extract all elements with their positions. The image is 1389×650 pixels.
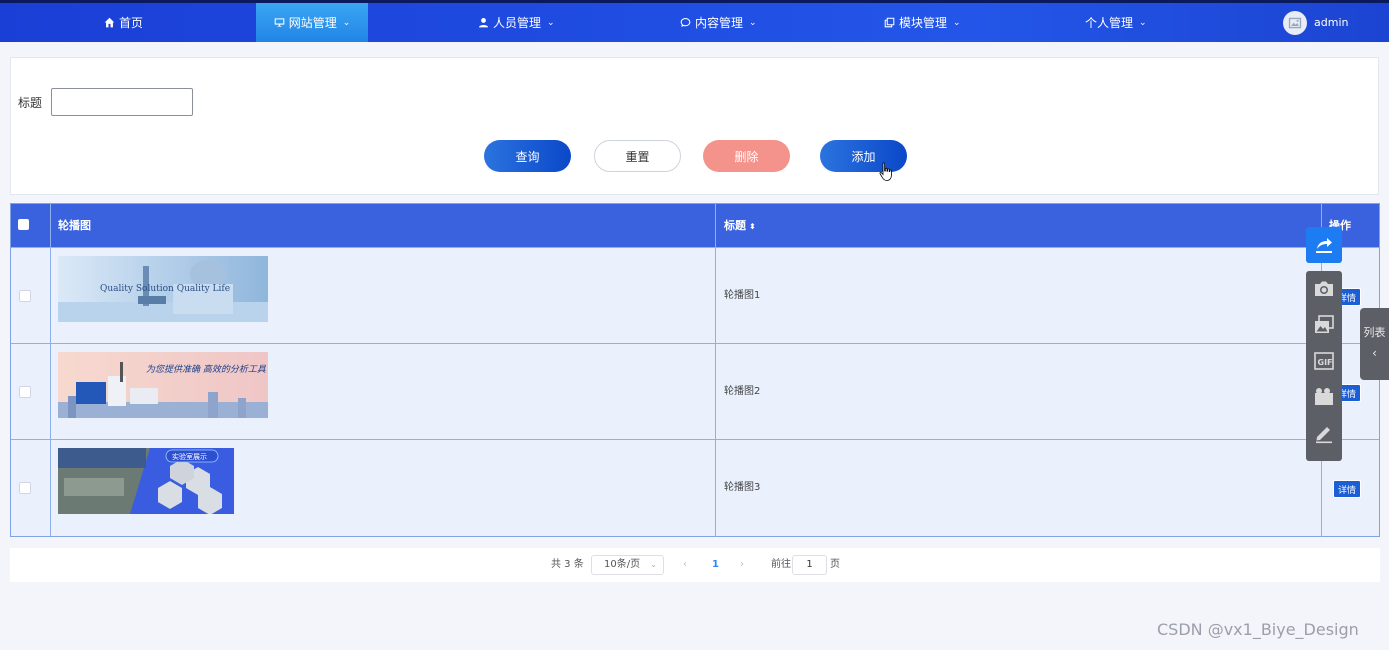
pagination: 共 3 条 10条/页 ⌄ ‹ 1 › 前往 1 页	[10, 548, 1380, 582]
capture-toolbar: GIF	[1306, 271, 1342, 461]
row-checkbox[interactable]	[19, 482, 31, 494]
detail-button[interactable]: 详情	[1333, 480, 1361, 498]
banner-thumbnail: 为您提供准确 高效的分析工具	[58, 352, 268, 418]
banner-image-1: Quality Solution Quality Life	[58, 256, 268, 322]
row-title: 轮播图3	[724, 482, 761, 493]
watermark: CSDN @vx1_Biye_Design	[1157, 620, 1359, 639]
chevron-down-icon: ⌄	[650, 560, 657, 569]
copy-icon	[884, 17, 895, 28]
row-checkbox[interactable]	[19, 290, 31, 302]
video-icon[interactable]	[1313, 386, 1335, 408]
data-table: 轮播图 标题 ⬍ 操作 Quality Solution Quality Life…	[10, 203, 1380, 537]
avatar[interactable]	[1283, 11, 1307, 35]
nav-label: 网站管理	[288, 15, 337, 30]
nav-item-content[interactable]: 内容管理 ⌄	[680, 3, 757, 42]
nav-item-module[interactable]: 模块管理 ⌄	[884, 3, 961, 42]
banner-image-2: 为您提供准确 高效的分析工具	[58, 352, 268, 418]
chevron-down-icon: ⌄	[342, 17, 351, 28]
next-page-button[interactable]: ›	[740, 548, 744, 582]
table-row: 实验室展示 轮播图3 详情	[11, 439, 1379, 535]
nav-label: 内容管理	[695, 15, 744, 30]
page-number[interactable]: 1	[712, 548, 719, 582]
title-input[interactable]	[51, 88, 193, 116]
nav-item-website[interactable]: 网站管理 ⌄	[256, 3, 368, 42]
image-placeholder-icon	[1288, 17, 1302, 29]
chevron-down-icon: ⌄	[547, 17, 555, 28]
query-button[interactable]: 查询	[484, 140, 571, 172]
chat-icon	[680, 18, 691, 27]
list-side-tab[interactable]: 列表 ‹	[1360, 308, 1389, 380]
user-icon	[479, 18, 488, 28]
nav-label: 人员管理	[493, 15, 542, 30]
goto-label: 前往	[771, 559, 791, 570]
svg-text:GIF: GIF	[1318, 358, 1333, 367]
banner-image-3: 实验室展示	[58, 448, 234, 514]
banner-thumbnail: Quality Solution Quality Life	[58, 256, 268, 322]
chevron-down-icon: ⌄	[749, 17, 757, 28]
select-all-checkbox[interactable]	[18, 219, 29, 230]
nav-item-personal[interactable]: 个人管理 ⌄	[1085, 3, 1147, 42]
monitor-icon	[274, 18, 285, 27]
table-row: Quality Solution Quality Life 轮播图1 详情	[11, 247, 1379, 343]
chevron-left-icon: ‹	[1372, 346, 1377, 360]
image-icon[interactable]	[1313, 314, 1335, 336]
banner-text: 为您提供准确 高效的分析工具	[146, 364, 267, 375]
table-row: 为您提供准确 高效的分析工具 轮播图2 详情	[11, 343, 1379, 439]
column-header-label: 标题	[724, 219, 746, 232]
column-header-image: 轮播图	[58, 219, 91, 232]
user-name[interactable]: admin	[1314, 3, 1348, 42]
nav-item-personnel[interactable]: 人员管理 ⌄	[478, 3, 555, 42]
banner-text: Quality Solution Quality Life	[100, 284, 230, 294]
title-label: 标题	[18, 96, 43, 110]
add-button[interactable]: 添加	[820, 140, 907, 172]
gif-icon[interactable]: GIF	[1313, 350, 1335, 372]
column-header-title[interactable]: 标题 ⬍	[724, 204, 756, 247]
top-nav: 首页 网站管理 ⌄ 人员管理 ⌄ 内容管理 ⌄ 模块管理 ⌄ 个人管理 ⌄ ad…	[0, 0, 1389, 42]
delete-button[interactable]: 删除	[703, 140, 790, 172]
row-title: 轮播图2	[724, 386, 761, 397]
banner-thumbnail: 实验室展示	[58, 448, 234, 514]
nav-label: 个人管理	[1085, 15, 1134, 30]
nav-item-home[interactable]: 首页	[104, 3, 143, 42]
total-count: 共 3 条	[551, 559, 584, 570]
row-checkbox[interactable]	[19, 386, 31, 398]
side-tab-label: 列表	[1363, 326, 1386, 339]
share-icon	[1316, 238, 1332, 253]
chevron-down-icon: ⌄	[953, 17, 961, 28]
nav-label: 首页	[119, 15, 144, 30]
prev-page-button[interactable]: ‹	[683, 548, 687, 582]
row-title: 轮播图1	[724, 290, 761, 301]
pen-icon[interactable]	[1313, 422, 1335, 444]
camera-icon[interactable]	[1313, 278, 1335, 300]
page-size-select[interactable]: 10条/页 ⌄	[591, 555, 664, 575]
table-header: 轮播图 标题 ⬍ 操作	[11, 204, 1379, 247]
goto-suffix: 页	[830, 559, 840, 570]
search-panel: 标题 查询 重置 删除 添加	[10, 57, 1379, 195]
chevron-down-icon: ⌄	[1139, 17, 1147, 28]
nav-label: 模块管理	[899, 15, 948, 30]
page-size-value: 10条/页	[604, 559, 641, 570]
sort-icon[interactable]: ⬍	[749, 205, 756, 248]
goto-page-input[interactable]: 1	[792, 555, 827, 575]
reset-button[interactable]: 重置	[594, 140, 681, 172]
banner-text: 实验室展示	[172, 452, 207, 461]
home-icon	[104, 17, 115, 28]
hand-cursor-icon	[879, 162, 892, 181]
share-tool-button[interactable]	[1306, 227, 1342, 263]
